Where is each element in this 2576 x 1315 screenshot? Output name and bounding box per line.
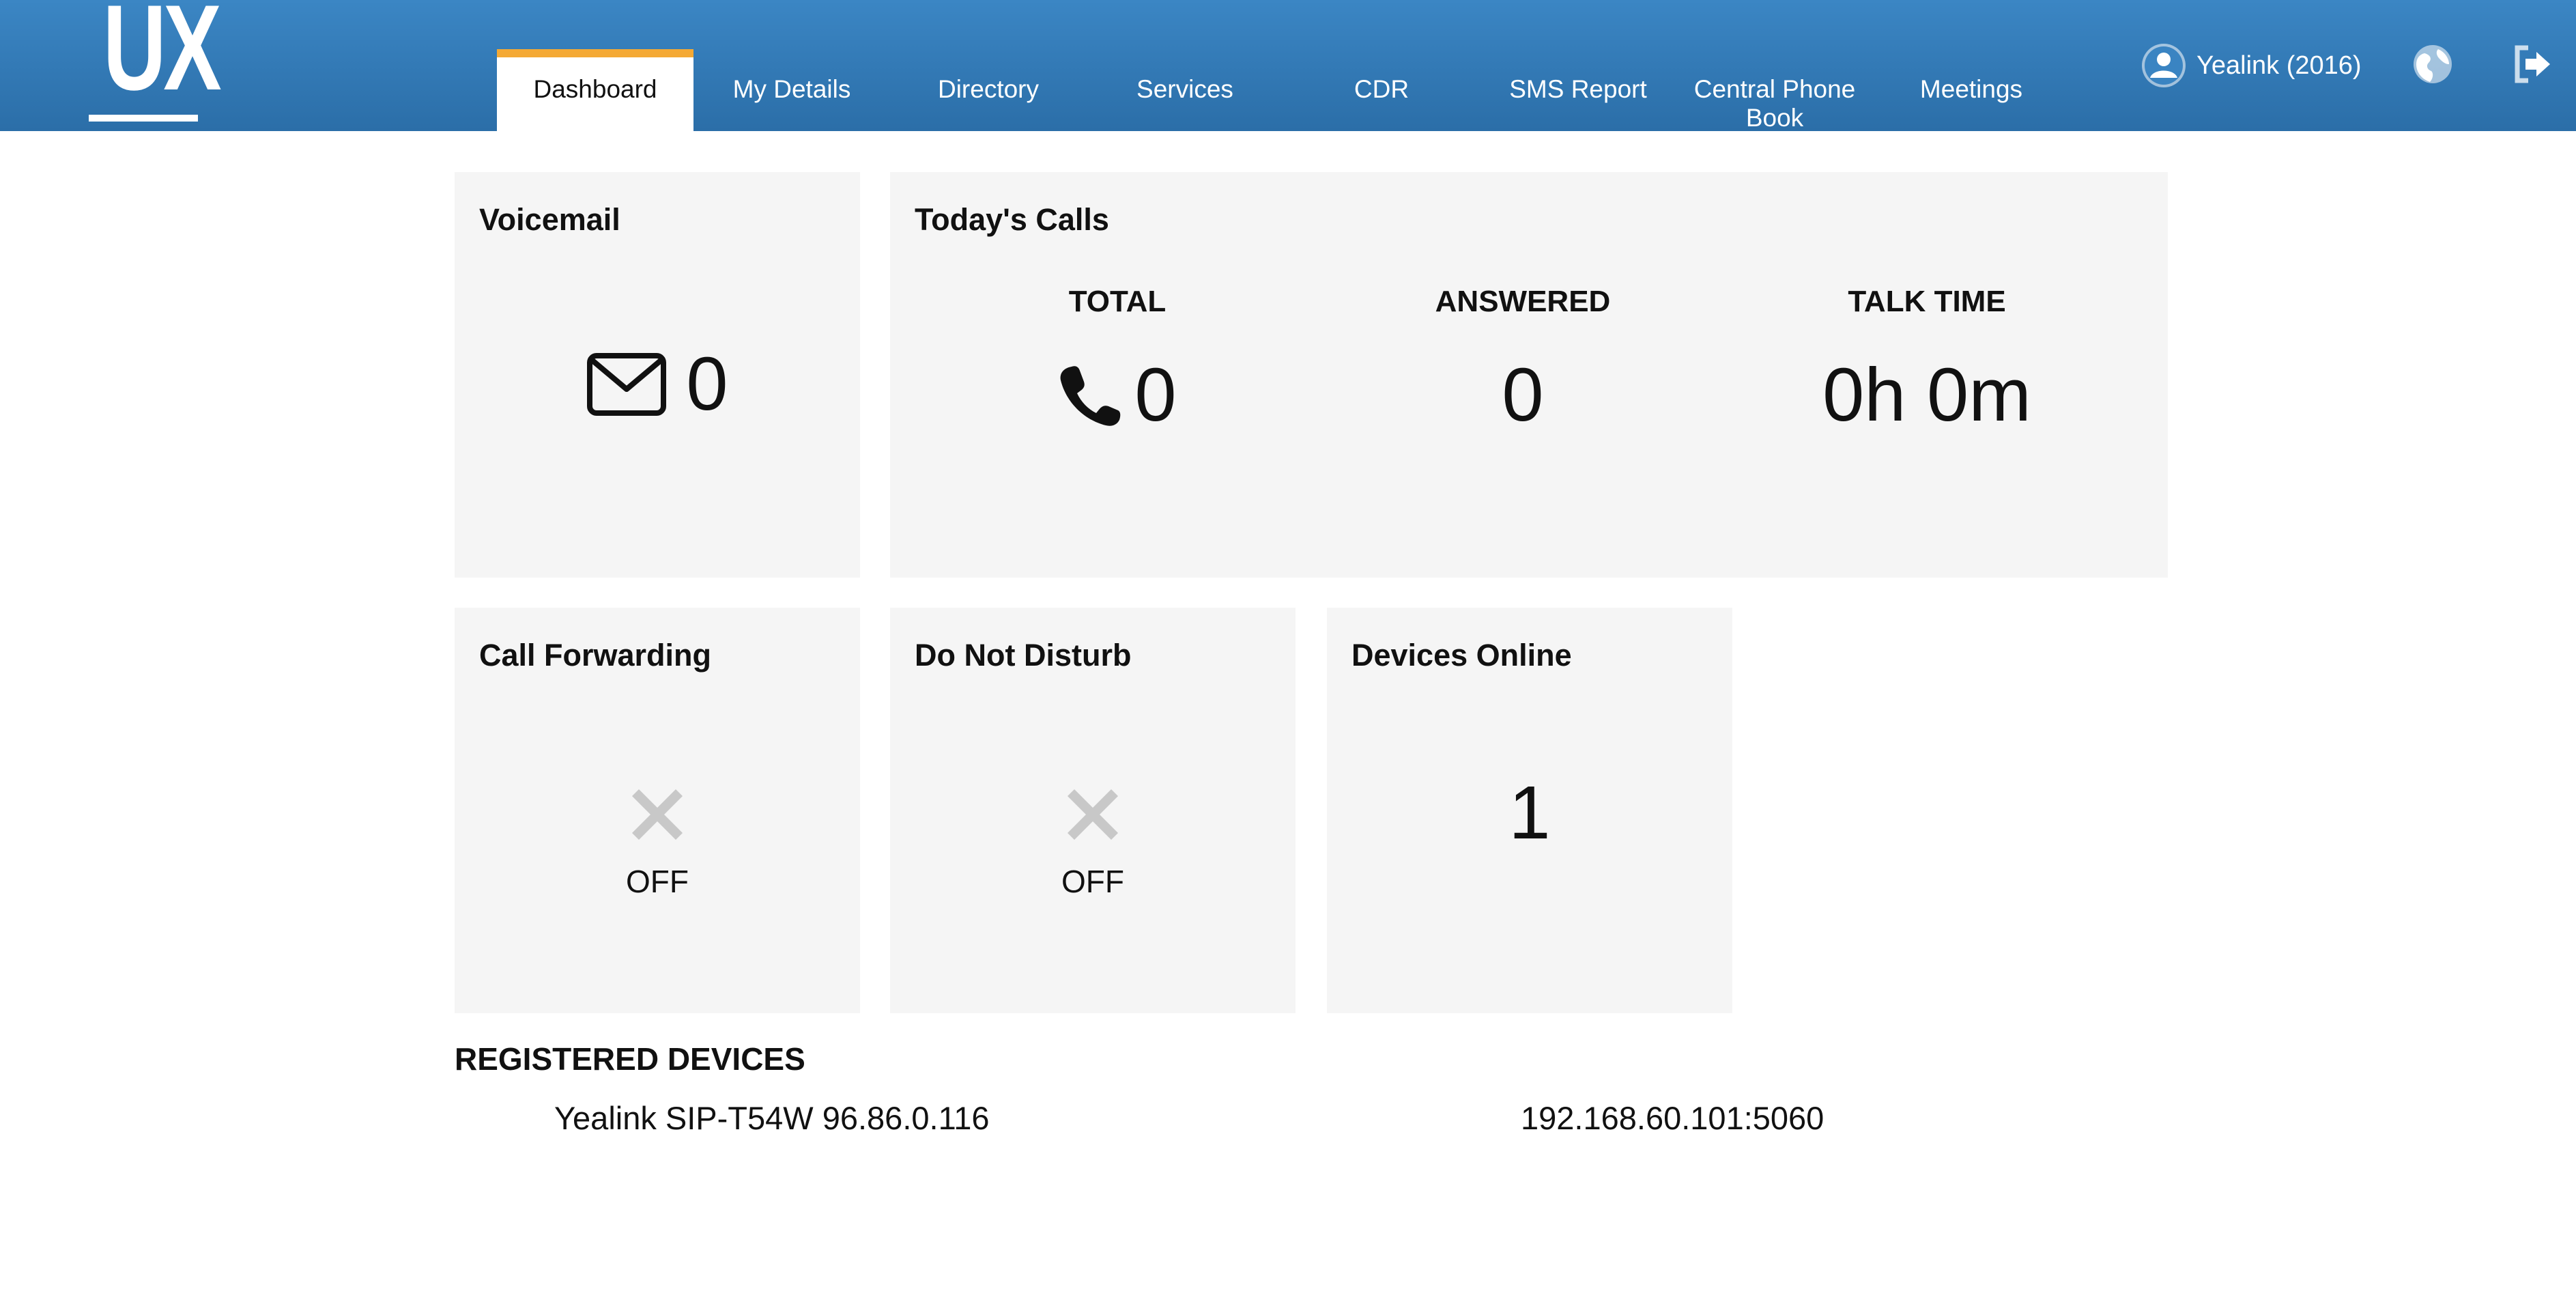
calls-talk-time-label: TALK TIME (1848, 285, 2006, 318)
calls-talk-time: TALK TIME 0h 0m (1724, 281, 2130, 433)
user-icon (2142, 44, 2186, 87)
tab-directory[interactable]: Directory (890, 49, 1087, 131)
call-forwarding-state: OFF (626, 864, 689, 899)
cross-icon (632, 789, 683, 840)
tab-label: Directory (937, 75, 1040, 103)
main-nav: Dashboard My Details Directory Services … (497, 49, 2070, 132)
calls-answered-value: 0 (1502, 353, 1544, 437)
tab-central-phone-book[interactable]: Central Phone Book (1676, 49, 1873, 132)
calls-total: TOTAL 0 (915, 281, 1320, 433)
top-header: UX Dashboard My Details Directory Servic… (0, 0, 2576, 132)
calls-total-value: 0 (1134, 353, 1177, 437)
cross-icon (1068, 789, 1118, 840)
logo-text: UX (102, 0, 222, 115)
tab-sms-report[interactable]: SMS Report (1480, 49, 1676, 131)
call-forwarding-title: Call Forwarding (479, 638, 712, 673)
logo-underline (89, 115, 198, 122)
voicemail-count: 0 (686, 342, 728, 426)
do-not-disturb-card[interactable]: Do Not Disturb OFF (890, 608, 1296, 1013)
device-address: 192.168.60.101:5060 (1521, 1100, 1824, 1136)
tab-dashboard[interactable]: Dashboard (497, 49, 693, 131)
logout-icon[interactable] (2512, 44, 2554, 85)
user-name: Yealink (2016) (2196, 51, 2362, 80)
device-name: Yealink SIP-T54W 96.86.0.116 (554, 1100, 990, 1136)
tab-meetings[interactable]: Meetings (1873, 49, 2070, 131)
calls-answered-label: ANSWERED (1435, 285, 1611, 318)
calls-total-label: TOTAL (1068, 285, 1167, 318)
registered-devices-title: REGISTERED DEVICES (455, 1041, 805, 1077)
tab-label: SMS Report (1509, 75, 1647, 103)
user-menu[interactable]: Yealink (2016) (2141, 41, 2362, 90)
list-item: Yealink SIP-T54W 96.86.0.116 192.168.60.… (455, 1099, 1956, 1147)
devices-online-title: Devices Online (1351, 638, 1572, 673)
envelope-icon (587, 353, 667, 416)
phone-icon (1061, 366, 1121, 426)
tab-label: Services (1136, 75, 1233, 103)
devices-online-count: 1 (1508, 771, 1551, 855)
tab-label: CDR (1354, 75, 1409, 103)
call-forwarding-status: OFF (455, 787, 860, 900)
tab-my-details[interactable]: My Details (693, 49, 890, 131)
globe-icon[interactable] (2412, 44, 2453, 85)
devices-online-card: Devices Online 1 (1327, 608, 1732, 1013)
do-not-disturb-status: OFF (890, 787, 1296, 900)
voicemail-summary: 0 (455, 347, 860, 422)
tab-cdr[interactable]: CDR (1283, 49, 1480, 131)
tab-label: Dashboard (533, 75, 657, 103)
todays-calls-card: Today's Calls TOTAL 0 ANSWERED 0 TALK TI… (890, 172, 2168, 578)
calls-answered: ANSWERED 0 (1320, 281, 1726, 433)
voicemail-title: Voicemail (479, 202, 620, 237)
do-not-disturb-state: OFF (1061, 864, 1124, 899)
logo[interactable]: UX (87, 0, 222, 123)
tab-label: Central Phone Book (1693, 75, 1856, 132)
do-not-disturb-title: Do Not Disturb (915, 638, 1132, 673)
tab-services[interactable]: Services (1087, 49, 1283, 131)
call-forwarding-card[interactable]: Call Forwarding OFF (455, 608, 860, 1013)
voicemail-card[interactable]: Voicemail 0 (455, 172, 860, 578)
todays-calls-title: Today's Calls (915, 202, 1109, 237)
tab-label: My Details (732, 75, 851, 103)
tab-label: Meetings (1919, 75, 2023, 103)
calls-talk-time-value: 0h 0m (1822, 353, 2031, 437)
